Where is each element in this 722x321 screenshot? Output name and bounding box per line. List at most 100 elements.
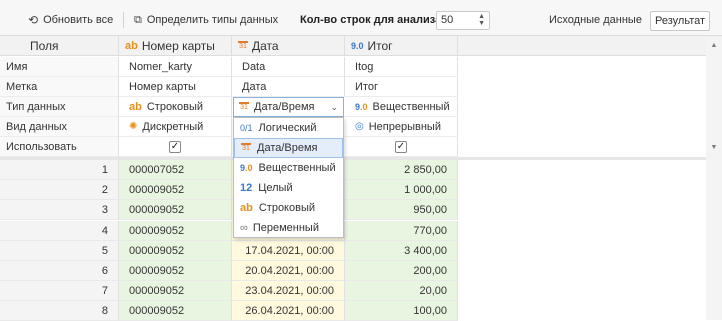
row-number[interactable]: 4 xyxy=(0,221,119,241)
string-type-icon: ab xyxy=(125,39,138,52)
prop-kind-card[interactable]: ✺ Дискретный xyxy=(119,117,232,137)
refresh-icon: ⟲ xyxy=(28,13,39,27)
option-integer[interactable]: 12 Целый xyxy=(234,178,343,198)
real-type-icon: 9.0 xyxy=(240,163,253,173)
option-variable[interactable]: ∞ Переменный xyxy=(234,218,343,238)
cell-card-number[interactable]: 000007052 xyxy=(119,160,232,180)
option-label: Дата/Время xyxy=(257,142,318,154)
header-fields: Поля xyxy=(0,36,119,56)
cell-total[interactable]: 200,00 xyxy=(345,261,458,281)
prop-type-label: Тип данных xyxy=(0,97,119,117)
header-card-number[interactable]: ab Номер карты xyxy=(119,36,232,56)
cell-total[interactable]: 2 850,00 xyxy=(345,160,458,180)
prop-kind-card-value: Дискретный xyxy=(142,120,204,133)
prop-use-total: ✓ xyxy=(345,137,458,157)
prop-label-total[interactable]: Итог xyxy=(345,77,458,97)
cell-card-number[interactable]: 000009052 xyxy=(119,301,232,321)
row-number[interactable]: 6 xyxy=(0,261,119,281)
real-type-icon: 9.0 xyxy=(351,40,364,51)
prop-type-total[interactable]: 9.0 Вещественный xyxy=(345,97,458,117)
option-label: Строковый xyxy=(258,202,316,214)
use-checkbox-card[interactable]: ✓ xyxy=(169,140,181,153)
infinity-icon: ∞ xyxy=(240,222,248,234)
rows-count-value: 50 xyxy=(441,14,454,26)
prop-name-label: Имя xyxy=(0,57,119,77)
cell-card-number[interactable]: 000009052 xyxy=(119,261,232,281)
spinner-arrows-icon[interactable]: ▲ ▼ xyxy=(478,13,485,27)
cell-date[interactable]: 26.04.2021, 00:00 xyxy=(232,301,345,321)
row-number[interactable]: 5 xyxy=(0,241,119,261)
calendar-icon: 31 xyxy=(238,40,248,50)
continuous-icon: ◎ xyxy=(355,120,364,132)
boolean-icon: 0/1 xyxy=(240,123,253,133)
option-label: Переменный xyxy=(252,222,319,234)
prop-label-card[interactable]: Номер карты xyxy=(119,77,232,97)
detect-types-label: Определить типы данных xyxy=(146,14,279,26)
header-date[interactable]: 31 Дата xyxy=(232,36,345,56)
prop-kind-total[interactable]: ◎ Непрерывный xyxy=(345,117,458,137)
prop-type-card[interactable]: ab Строковый xyxy=(119,97,232,117)
tab-source-data[interactable]: Исходные данные xyxy=(545,11,646,31)
cell-card-number[interactable]: 000009052 xyxy=(119,200,232,220)
use-checkbox-total[interactable]: ✓ xyxy=(395,140,407,153)
scroll-up-icon[interactable]: ▲ xyxy=(706,42,722,49)
toolbar-separator xyxy=(123,12,124,28)
refresh-all-label: Обновить все xyxy=(43,14,114,26)
type-select-date[interactable]: 31 Дата/Время ⌄ xyxy=(233,97,344,117)
option-logical[interactable]: 0/1 Логический xyxy=(234,118,343,138)
refresh-all-button[interactable]: ⟲ Обновить все xyxy=(28,12,113,28)
option-label: Вещественный xyxy=(258,162,336,174)
option-label: Логический xyxy=(258,122,317,134)
option-string[interactable]: ab Строковый xyxy=(234,198,343,218)
cell-total[interactable]: 3 400,00 xyxy=(345,241,458,261)
cell-total[interactable]: 20,00 xyxy=(345,281,458,301)
detect-types-button[interactable]: ⧉ Определить типы данных xyxy=(134,12,278,28)
prop-label-date[interactable]: Дата xyxy=(232,77,345,97)
option-datetime[interactable]: 31 Дата/Время xyxy=(234,138,343,158)
prop-type-card-value: Строковый xyxy=(146,100,204,113)
prop-use-label: Использовать xyxy=(0,137,119,157)
prop-type-total-value: Вещественный xyxy=(372,100,450,113)
calendar-icon: 31 xyxy=(239,102,249,111)
prop-name-date[interactable]: Data xyxy=(232,57,345,77)
prop-name-total[interactable]: Itog xyxy=(345,57,458,77)
scroll-down-icon[interactable]: ▼ xyxy=(706,144,722,151)
option-real[interactable]: 9.0 Вещественный xyxy=(234,158,343,178)
cell-total[interactable]: 1 000,00 xyxy=(345,180,458,200)
chevron-down-icon[interactable]: ⌄ xyxy=(330,98,338,116)
header-total-label: Итог xyxy=(367,38,393,53)
type-select-date-value: Дата/Время xyxy=(254,101,315,113)
discrete-icon: ✺ xyxy=(129,120,138,132)
detect-types-icon: ⧉ xyxy=(134,14,142,26)
real-type-icon: 9.0 xyxy=(355,101,368,112)
row-number[interactable]: 8 xyxy=(0,301,119,321)
cell-date[interactable]: 17.04.2021, 00:00 xyxy=(232,241,345,261)
cell-card-number[interactable]: 000009052 xyxy=(119,281,232,301)
vertical-scrollbar[interactable]: ▲ ▼ xyxy=(706,36,722,320)
cell-card-number[interactable]: 000009052 xyxy=(119,241,232,261)
row-number[interactable]: 7 xyxy=(0,281,119,301)
cell-total[interactable]: 100,00 xyxy=(345,301,458,321)
type-dropdown-menu: 0/1 Логический 31 Дата/Время 9.0 Веществ… xyxy=(233,117,344,238)
cell-date[interactable]: 20.04.2021, 00:00 xyxy=(232,261,345,281)
cell-total[interactable]: 950,00 xyxy=(345,200,458,220)
string-type-icon: ab xyxy=(240,202,253,214)
string-type-icon: ab xyxy=(129,100,142,113)
prop-kind-total-value: Непрерывный xyxy=(368,120,441,133)
cell-card-number[interactable]: 000009052 xyxy=(119,180,232,200)
toolbar: ⟲ Обновить все ⧉ Определить типы данных … xyxy=(0,0,722,36)
tab-result[interactable]: Результат xyxy=(650,11,711,31)
header-total[interactable]: 9.0 Итог xyxy=(345,36,458,56)
prop-name-card[interactable]: Nomer_karty xyxy=(119,57,232,77)
calendar-icon: 31 xyxy=(241,143,251,152)
cell-total[interactable]: 770,00 xyxy=(345,221,458,241)
row-number[interactable]: 1 xyxy=(0,160,119,180)
integer-icon: 12 xyxy=(240,182,253,194)
prop-use-card: ✓ xyxy=(119,137,232,157)
row-number[interactable]: 3 xyxy=(0,200,119,220)
cell-card-number[interactable]: 000009052 xyxy=(119,221,232,241)
rows-count-input[interactable]: 50 ▲ ▼ xyxy=(436,11,490,30)
row-number[interactable]: 2 xyxy=(0,180,119,200)
cell-date[interactable]: 23.04.2021, 00:00 xyxy=(232,281,345,301)
rows-count-label: Кол-во строк для анализа xyxy=(300,14,442,26)
